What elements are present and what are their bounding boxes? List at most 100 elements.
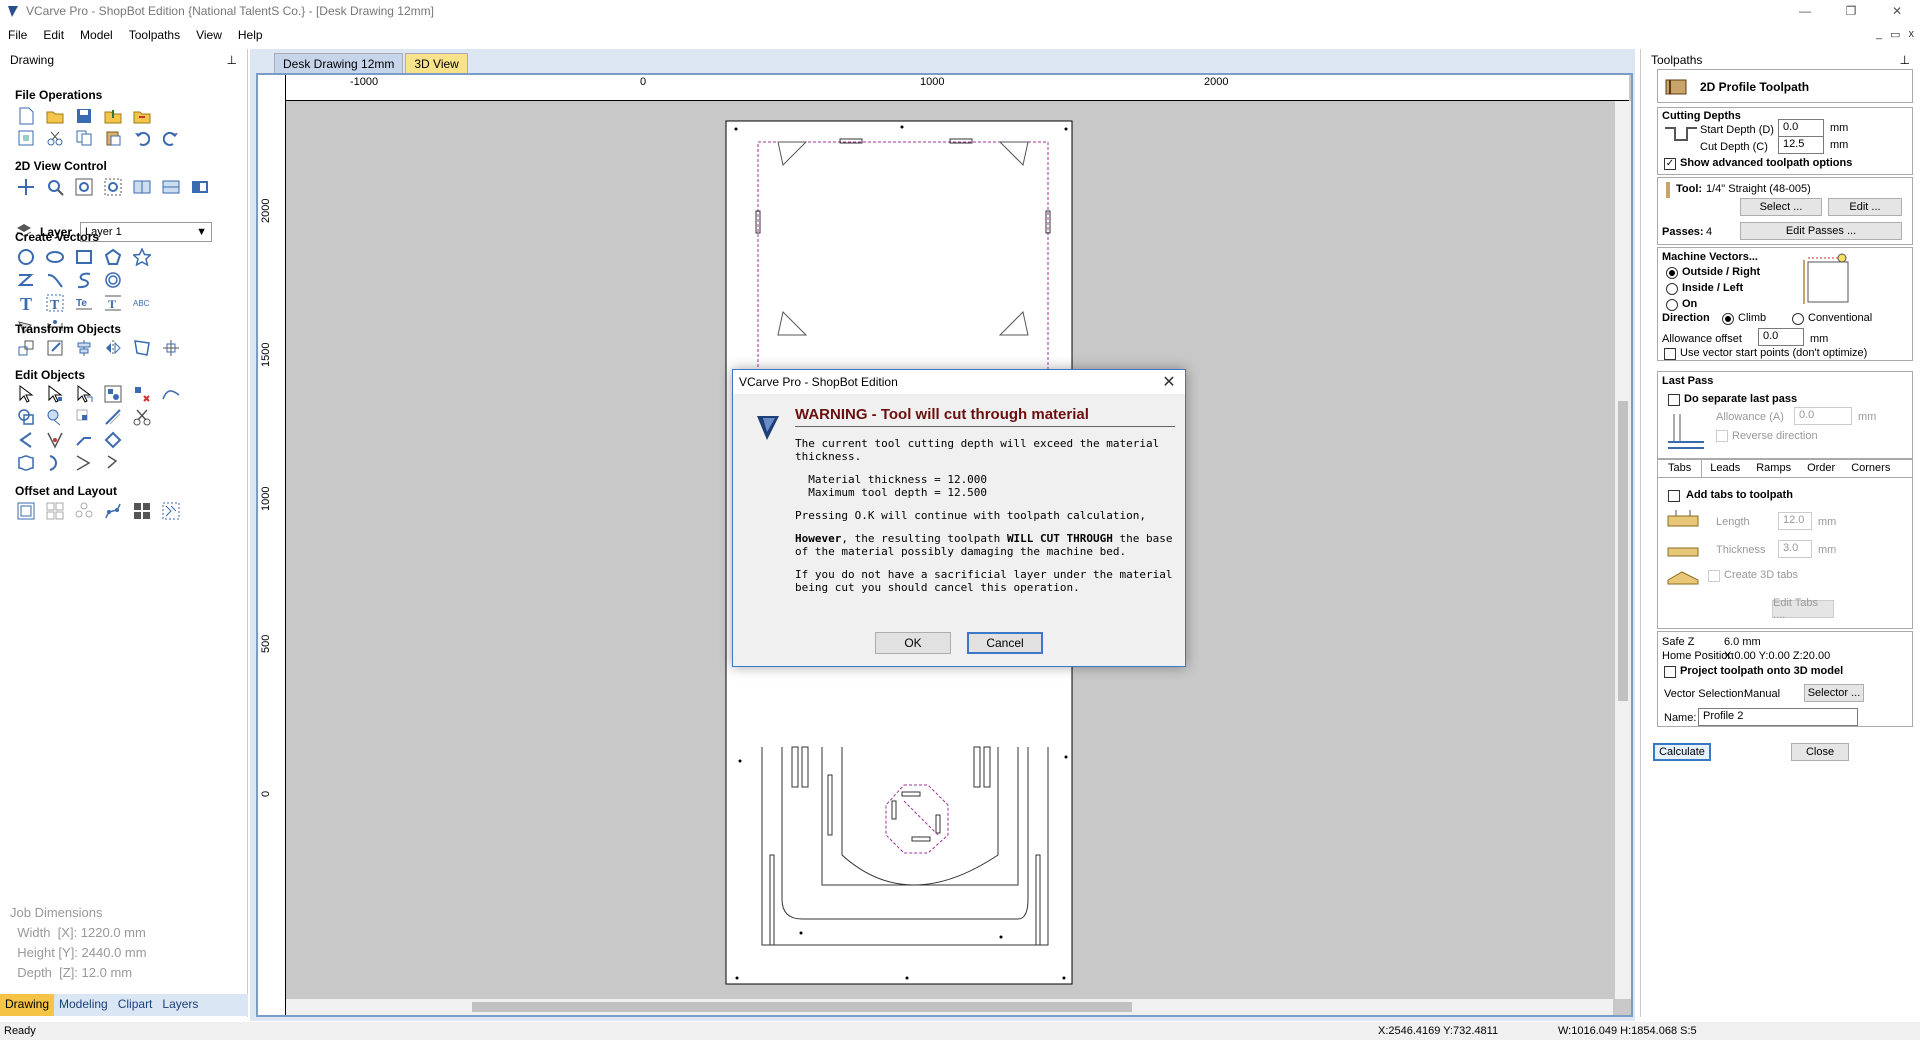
- menu-help[interactable]: Help: [230, 28, 271, 42]
- tab-thickness-input[interactable]: 3.0: [1778, 540, 1812, 558]
- curve-fit-icon[interactable]: [45, 453, 65, 473]
- conventional-radio[interactable]: [1792, 313, 1804, 325]
- close-vectors-icon[interactable]: [103, 430, 123, 450]
- menu-file[interactable]: File: [0, 28, 35, 42]
- tab-desk-drawing[interactable]: Desk Drawing 12mm: [274, 53, 404, 74]
- minimize-button[interactable]: —: [1782, 0, 1828, 22]
- show-advanced-checkbox[interactable]: ✓: [1664, 158, 1676, 170]
- menu-model[interactable]: Model: [72, 28, 121, 42]
- edit-passes-button[interactable]: Edit Passes ...: [1740, 222, 1902, 240]
- inside-left-radio[interactable]: [1666, 283, 1678, 295]
- text-arc-icon[interactable]: ABC: [132, 293, 152, 313]
- scissors-icon[interactable]: [132, 407, 152, 427]
- align-icon[interactable]: [74, 338, 94, 358]
- mdi-restore-button[interactable]: ▭: [1890, 28, 1900, 41]
- polyline-icon[interactable]: [16, 270, 36, 290]
- rectangle-icon[interactable]: [74, 247, 94, 267]
- smooth-join-icon[interactable]: [161, 384, 181, 404]
- pan-icon[interactable]: [16, 177, 36, 197]
- horizontal-scroll-thumb[interactable]: [472, 1002, 1132, 1012]
- menu-view[interactable]: View: [188, 28, 230, 42]
- edit-tabs-button[interactable]: Edit Tabs ....: [1772, 597, 1834, 621]
- arc-icon[interactable]: [45, 270, 65, 290]
- select-icon[interactable]: [16, 384, 36, 404]
- zoom-selection-icon[interactable]: [103, 177, 123, 197]
- start-depth-input[interactable]: 0.0: [1778, 119, 1824, 137]
- circular-array-icon[interactable]: [74, 501, 94, 521]
- tab-drawing[interactable]: Drawing: [0, 994, 55, 1016]
- tab-length-input[interactable]: 12.0: [1778, 512, 1812, 530]
- spiral-icon[interactable]: [103, 270, 123, 290]
- transform-select-icon[interactable]: [74, 384, 94, 404]
- extend-icon[interactable]: [74, 430, 94, 450]
- text-box-icon[interactable]: T: [45, 293, 65, 313]
- mdi-minimize-button[interactable]: _: [1876, 28, 1882, 41]
- redo-icon[interactable]: [161, 128, 181, 148]
- vertical-scrollbar[interactable]: [1615, 101, 1631, 999]
- separate-last-pass-checkbox[interactable]: [1668, 394, 1680, 406]
- pin-icon[interactable]: ⊥: [227, 53, 237, 67]
- text-icon[interactable]: T: [16, 293, 36, 313]
- maximize-button[interactable]: ❐: [1828, 0, 1874, 22]
- set-position-icon[interactable]: [161, 338, 181, 358]
- array-copy-icon[interactable]: [45, 501, 65, 521]
- climb-radio[interactable]: [1722, 313, 1734, 325]
- close-window-button[interactable]: ✕: [1874, 0, 1920, 22]
- subtab-ramps[interactable]: Ramps: [1748, 460, 1799, 477]
- layer-select[interactable]: Layer 1 ▼: [80, 222, 213, 242]
- project-toolpath-checkbox[interactable]: [1664, 666, 1676, 678]
- menu-edit[interactable]: Edit: [35, 28, 72, 42]
- select-tool-button[interactable]: Select ...: [1740, 198, 1822, 216]
- paste-icon[interactable]: [103, 128, 123, 148]
- outside-right-radio[interactable]: [1666, 267, 1678, 279]
- cut-depth-input[interactable]: 12.5: [1778, 136, 1824, 154]
- join-open-icon[interactable]: [74, 453, 94, 473]
- on-radio[interactable]: [1666, 299, 1678, 311]
- create-3d-tabs-checkbox[interactable]: [1708, 570, 1720, 582]
- view-split-icon[interactable]: [132, 177, 152, 197]
- nesting-icon[interactable]: [161, 501, 181, 521]
- new-file-icon[interactable]: [16, 106, 36, 126]
- calculate-button[interactable]: Calculate: [1653, 743, 1711, 761]
- ok-button[interactable]: OK: [875, 632, 951, 654]
- node-select-icon[interactable]: [45, 384, 65, 404]
- mdi-close-button[interactable]: x: [1909, 28, 1915, 41]
- reverse-direction-checkbox[interactable]: [1716, 430, 1728, 442]
- subtab-leads[interactable]: Leads: [1702, 460, 1748, 477]
- scale-icon[interactable]: [45, 338, 65, 358]
- fillet-icon[interactable]: [16, 430, 36, 450]
- use-vector-start-checkbox[interactable]: [1664, 348, 1676, 360]
- weld-icon[interactable]: [16, 407, 36, 427]
- pin-icon[interactable]: ⊥: [1900, 53, 1910, 67]
- import-vectors-icon[interactable]: [132, 106, 152, 126]
- cut-icon[interactable]: [45, 128, 65, 148]
- import-icon[interactable]: [103, 106, 123, 126]
- zoom-box-icon[interactable]: [45, 177, 65, 197]
- subtab-corners[interactable]: Corners: [1843, 460, 1898, 477]
- view-3d-icon[interactable]: [190, 177, 210, 197]
- tab-vector-icon[interactable]: [103, 453, 123, 473]
- polygon-icon[interactable]: [103, 247, 123, 267]
- edit-tool-button[interactable]: Edit ...: [1828, 198, 1902, 216]
- curve-icon[interactable]: [74, 270, 94, 290]
- allowance-offset-input[interactable]: 0.0: [1758, 328, 1804, 346]
- chamfer-icon[interactable]: [45, 430, 65, 450]
- dialog-close-icon[interactable]: ✕: [1159, 372, 1179, 392]
- add-tabs-checkbox[interactable]: [1668, 490, 1680, 502]
- nest-icon[interactable]: [16, 453, 36, 473]
- subtab-order[interactable]: Order: [1799, 460, 1843, 477]
- auto-layout-text-icon[interactable]: T: [103, 293, 123, 313]
- cancel-button[interactable]: Cancel: [967, 632, 1043, 654]
- ellipse-icon[interactable]: [45, 247, 65, 267]
- mirror-icon[interactable]: [103, 338, 123, 358]
- move-icon[interactable]: [16, 338, 36, 358]
- subtract-icon[interactable]: [45, 407, 65, 427]
- allowance-a-input[interactable]: 0.0: [1794, 407, 1852, 425]
- tab-clipart[interactable]: Clipart: [113, 994, 158, 1016]
- job-setup-icon[interactable]: [16, 128, 36, 148]
- open-file-icon[interactable]: [45, 106, 65, 126]
- view-tiled-icon[interactable]: [161, 177, 181, 197]
- zoom-extents-icon[interactable]: [74, 177, 94, 197]
- selector-button[interactable]: Selector ...: [1804, 684, 1864, 702]
- intersect-icon[interactable]: [74, 407, 94, 427]
